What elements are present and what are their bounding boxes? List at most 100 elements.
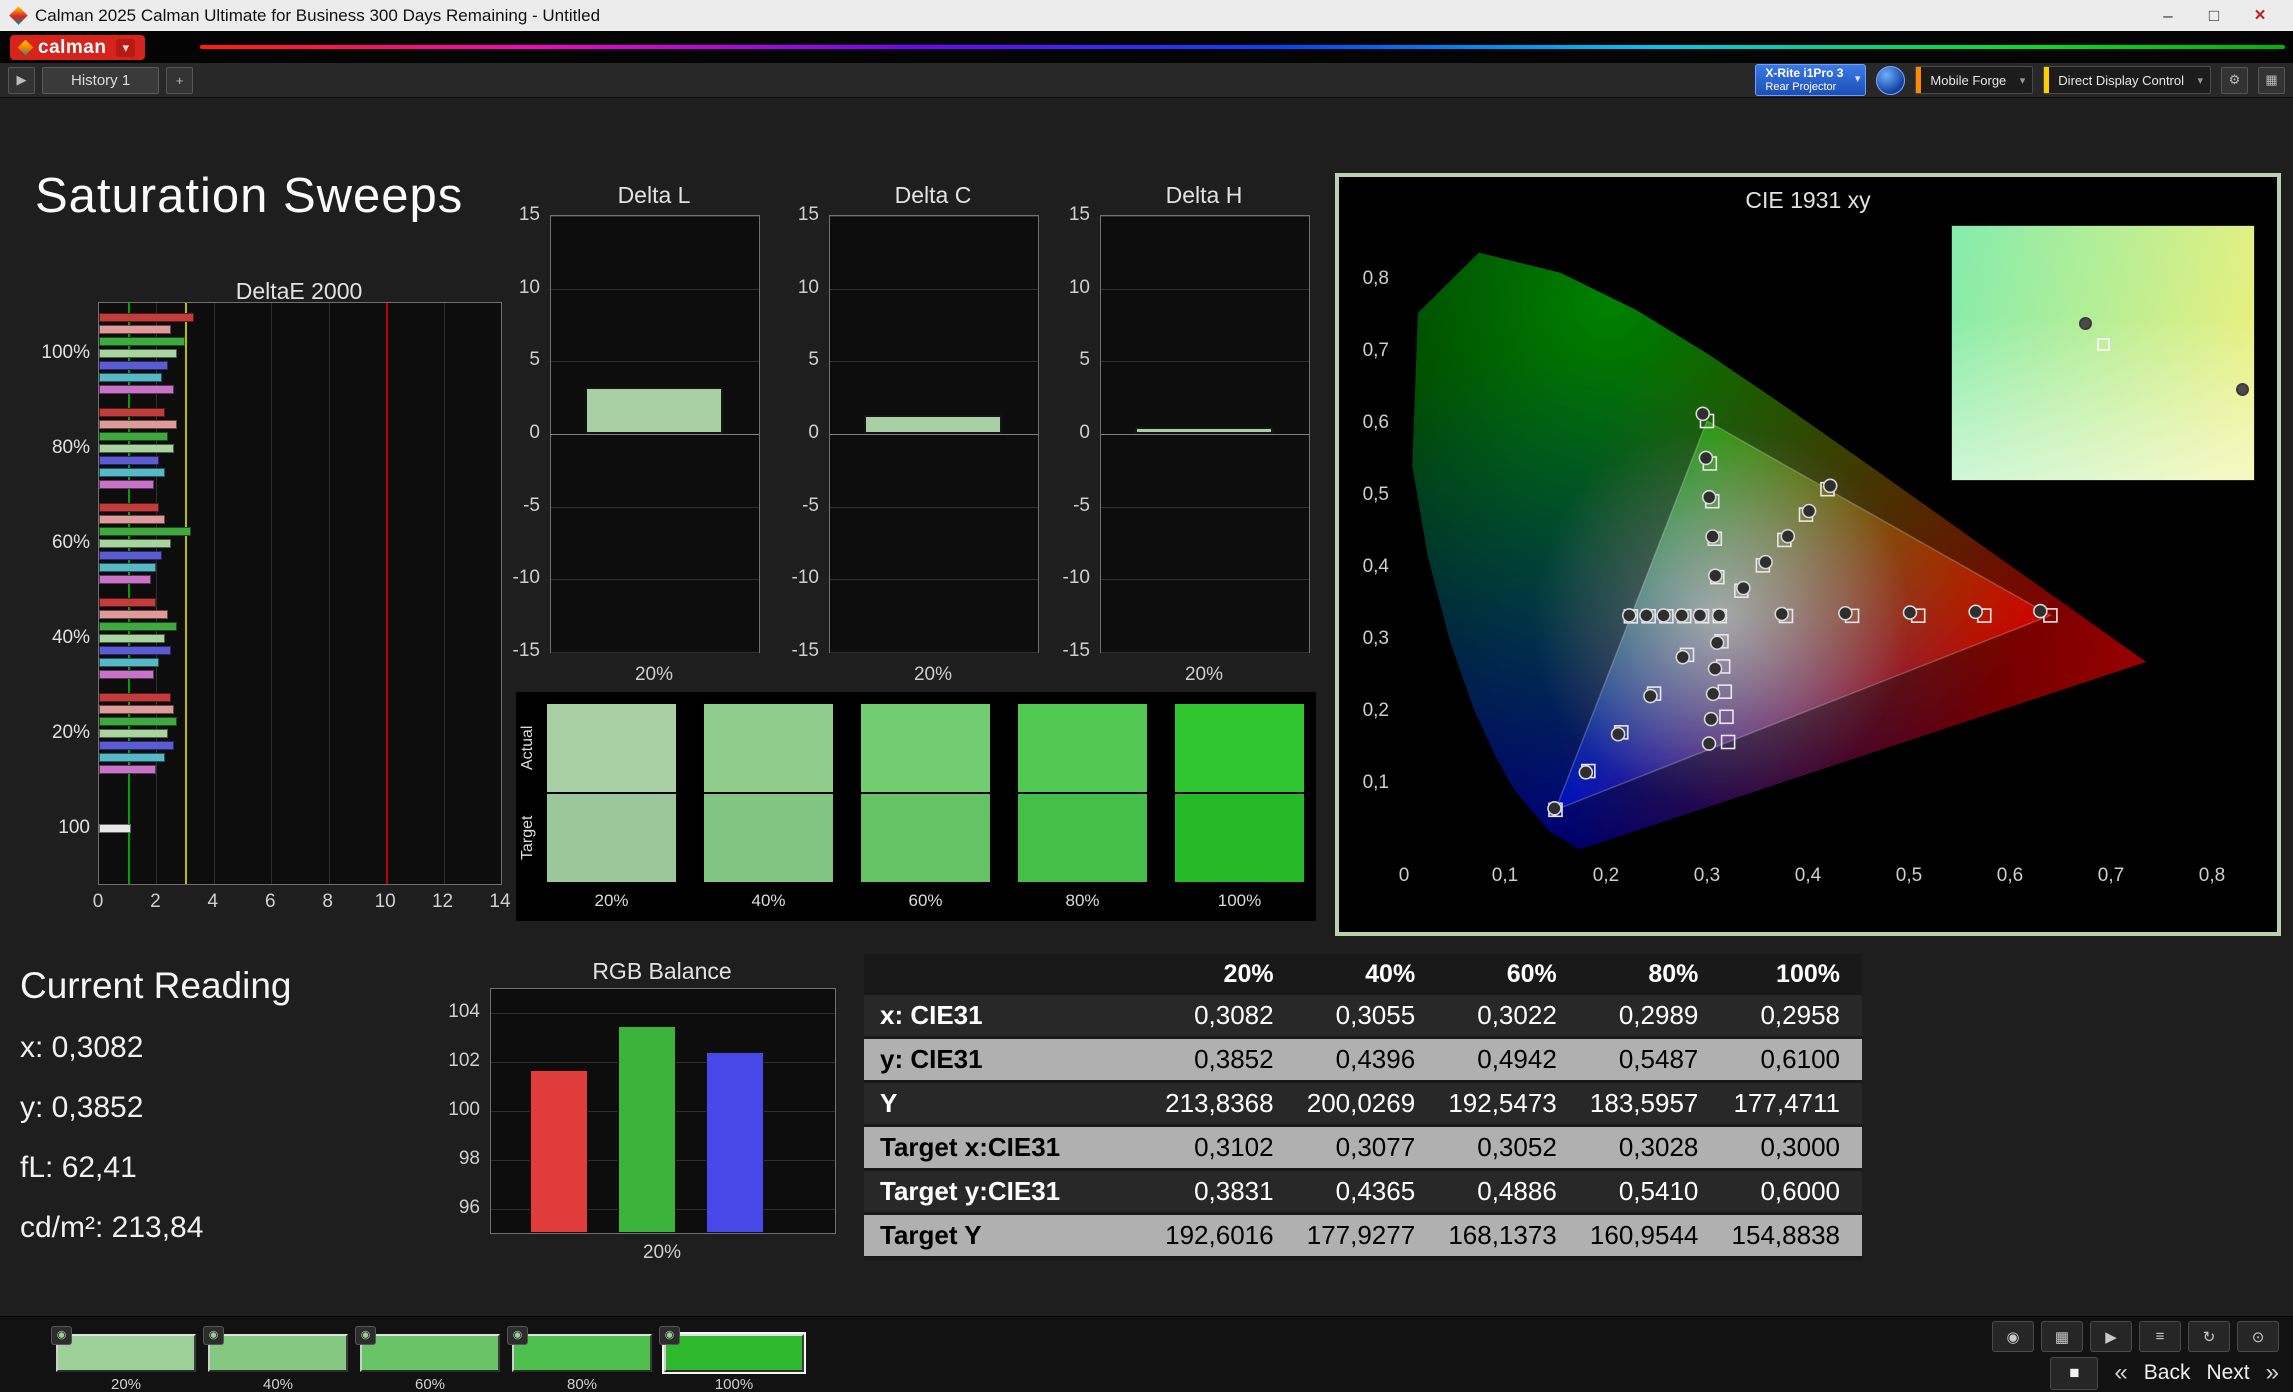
deltae-bar [99,385,174,394]
display-control-button[interactable]: Direct Display Control ▾ [2043,66,2211,94]
axis-tick-label: 100% [41,341,90,363]
inset-circle-point [2235,383,2249,397]
axis-tick-label: 4 [207,891,219,912]
bottom-swatch[interactable]: ◉ [659,1326,806,1374]
logo-bar: calman ▾ [0,31,2293,63]
gridline [1101,652,1309,653]
reference-line [185,303,188,884]
add-tab-button[interactable]: + [166,66,194,94]
deltae-bar [99,480,154,489]
back-button[interactable]: Back [2144,1361,2191,1385]
next-icon[interactable]: » [2266,1359,2279,1387]
x-axis-label: 20% [642,1242,682,1263]
reading-cdm2: cd/m²: 213,84 [20,1211,204,1244]
cell: 0,2989 [1578,995,1721,1036]
chart-title: DeltaE 2000 [235,278,363,304]
gridline [1101,434,1309,435]
cie-measured-point [1578,765,1594,780]
bottom-swatch[interactable]: ◉ [51,1326,196,1372]
gridline [551,506,759,508]
deltae-bar [99,765,157,774]
calman-diamond-icon [17,39,34,56]
deltae-bar [99,420,177,429]
list-button[interactable]: ≡ [2139,1321,2181,1352]
cie-measured-point [1643,688,1658,704]
cell: 0,3022 [1437,995,1579,1036]
axis-tick-label: 0,5 [1363,484,1389,505]
swatch-label: 20% [594,891,629,910]
logo-menu-caret-icon[interactable]: ▾ [116,38,136,57]
chevron-down-icon: ▾ [2019,74,2026,87]
cell: 0,4396 [1295,1039,1438,1080]
calman-window: Calman 2025 Calman Ultimate for Business… [0,0,2293,1392]
axis-tick-label: 0,8 [1363,268,1389,289]
cell: 0,6100 [1720,1039,1862,1080]
refresh-button[interactable]: ↻ [2188,1321,2230,1352]
target-row-label: Target [519,815,536,861]
cie-measured-point [1705,686,1721,702]
delta-h-chart: Delta H 20% 15 10 5 0 -5 -10 -15 [1030,182,1320,692]
minimize-button[interactable]: – [2145,0,2191,31]
history-advance-button[interactable]: ▶ [8,66,35,94]
meter-status-badge[interactable] [1876,65,1906,95]
axis-tick-label: 5 [529,349,540,371]
target-swatch [703,793,834,883]
meter-icon: ◉ [355,1326,376,1345]
play-button[interactable]: ▶ [2090,1321,2132,1352]
deltae-bar [99,622,177,631]
axis-tick-label: -10 [791,567,819,589]
source-label: Mobile Forge [1930,72,2007,88]
column-header: 60% [1506,960,1557,988]
layout-button[interactable]: ▦ [2041,1321,2083,1352]
display-label: Direct Display Control [2058,72,2184,88]
meter-icon: ◉ [203,1326,224,1345]
cell: 0,3000 [1720,1127,1862,1168]
current-reading-panel: Current Reading x: 0,3082 y: 0,3852 fL: … [20,965,291,1271]
axis-tick-label: -5 [802,494,819,516]
display-accent [2044,67,2050,93]
bottom-swatch[interactable]: ◉ [203,1326,348,1372]
row-label: Target Y [864,1215,1154,1256]
workspace-button[interactable]: ▦ [2258,66,2285,94]
tab-history-1[interactable]: History 1 [42,66,160,94]
cie-measured-point [1822,478,1838,494]
axis-tick-label: 10 [1068,276,1090,298]
table-row: Target Y 192,6016 177,9277 168,1373 160,9544… [864,1215,1862,1256]
back-icon[interactable]: « [2114,1359,2127,1387]
axis-tick-label: 0,1 [1492,865,1518,886]
capture-button[interactable]: ◉ [1992,1321,2034,1352]
axis-tick-label: 0,3 [1694,865,1720,886]
red-bar [530,1069,588,1233]
target-swatch [546,793,677,883]
power-button[interactable]: ⊙ [2237,1321,2279,1352]
close-button[interactable]: × [2237,0,2283,31]
current-reading-title: Current Reading [20,965,292,1006]
deltae-bar [99,741,174,750]
x-axis-label: 20% [634,664,674,685]
delta-l-plot [550,215,760,653]
settings-button[interactable]: ⚙ [2221,66,2248,94]
source-select-button[interactable]: Mobile Forge ▾ [1915,66,2034,94]
deltae-bar [99,515,166,524]
cell: 0,5410 [1578,1171,1721,1212]
bottom-swatch[interactable]: ◉ [355,1326,500,1372]
cie-measured-point [1801,503,1817,519]
deltae-bar [99,361,168,370]
blue-bar [706,1052,764,1233]
axis-tick-label: 2 [150,891,161,912]
saturation-swatch-buttons: ◉ 20% ◉ 40% ◉ 60% ◉ 80% ◉ 100% [51,1326,836,1392]
axis-tick-label: 10 [797,276,819,298]
gridline [443,303,445,884]
gridline [830,216,1038,217]
axis-tick-label: 0 [92,891,104,912]
axis-tick-label: 0,3 [1363,628,1389,649]
meter-select-button[interactable]: X-Rite i1Pro 3 Rear Projector ▾ [1755,63,1867,97]
cell: 0,3852 [1154,1039,1296,1080]
calman-logo[interactable]: calman ▾ [10,35,146,60]
next-button[interactable]: Next [2206,1361,2249,1385]
table-row: Y 213,8368 200,0269 192,5473 183,5957 177,471… [864,1083,1862,1124]
bottom-swatch[interactable]: ◉ [507,1326,652,1372]
stop-button[interactable]: ■ [2050,1356,2099,1390]
spectrum-bar [200,45,2285,49]
maximize-button[interactable]: □ [2191,0,2237,31]
